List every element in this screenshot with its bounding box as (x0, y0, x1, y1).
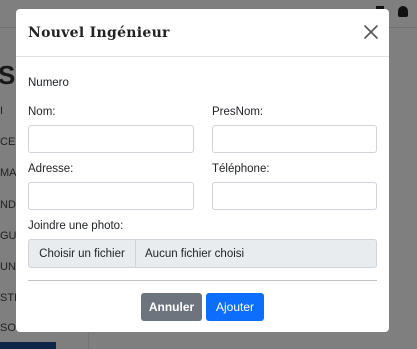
close-icon (364, 25, 378, 39)
telephone-label: Téléphone: (212, 163, 270, 175)
presnom-label: PresNom: (212, 106, 264, 118)
numero-label: Numero (28, 77, 69, 89)
close-button[interactable] (362, 23, 380, 41)
modal-header: Nouvel Ingénieur (16, 9, 389, 57)
photo-label: Joindre une photo: (28, 220, 124, 232)
telephone-input[interactable] (212, 182, 377, 210)
add-button[interactable]: Ajouter (206, 293, 264, 321)
choose-file-button[interactable]: Choisir un fichier (29, 240, 136, 267)
modal-title: Nouvel Ingénieur (28, 25, 170, 41)
adresse-input[interactable] (28, 182, 194, 210)
adresse-label: Adresse: (28, 163, 74, 175)
nom-input[interactable] (28, 125, 194, 153)
cancel-button[interactable]: Annuler (141, 293, 202, 321)
form-divider (28, 280, 377, 281)
new-engineer-modal: Nouvel Ingénieur Numero Nom: PresNom: Ad… (16, 9, 389, 332)
nom-label: Nom: (28, 106, 56, 118)
file-status-text: Aucun fichier choisi (145, 247, 245, 260)
presnom-input[interactable] (212, 125, 377, 153)
photo-file-input[interactable]: Choisir un fichier Aucun fichier choisi (28, 239, 377, 268)
